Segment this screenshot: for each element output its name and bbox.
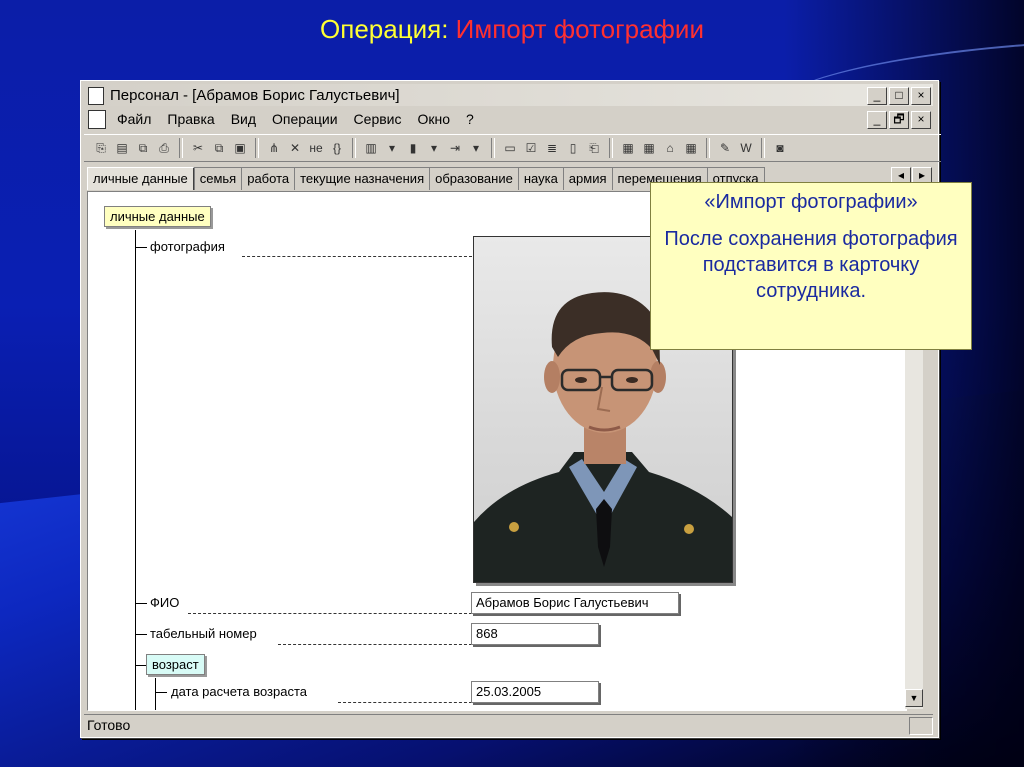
menu-help[interactable]: ? <box>466 111 474 127</box>
tab-assignments[interactable]: текущие назначения <box>294 167 431 190</box>
leader-line <box>338 702 472 703</box>
toolbar: ⎘ ▤ ⧉ ⎙ ✂ ⧉ ▣ ⋔ ✕ не {} ▥ ▾ ▮ ▾ ⇥ ▾ ▭ ☑ … <box>84 134 941 162</box>
tab-education[interactable]: образование <box>429 167 519 190</box>
callout-note: «Импорт фотографии» После сохранения фот… <box>650 182 972 350</box>
label-icon[interactable]: ⎗ <box>585 139 603 157</box>
window-controls: _ □ × <box>867 87 931 105</box>
fio-label: ФИО <box>150 595 180 610</box>
table-icon[interactable]: ▦ <box>619 139 637 157</box>
tab-personal[interactable]: личные данные <box>87 167 195 190</box>
brackets-icon[interactable]: {} <box>328 139 346 157</box>
maximize-button[interactable]: □ <box>889 87 909 105</box>
tree-trunk <box>135 230 136 710</box>
age-node[interactable]: возраст <box>146 654 205 675</box>
title-bar[interactable]: Персонал - [Абрамов Борис Галустьевич] _… <box>84 84 933 106</box>
dropdown-icon[interactable]: ▾ <box>425 139 443 157</box>
calc-icon[interactable]: ▦ <box>640 139 658 157</box>
copy-doc-icon[interactable]: ⧉ <box>134 139 152 157</box>
callout-body: После сохранения фотография подставится … <box>664 228 958 302</box>
folder-open-icon[interactable]: ⌂ <box>661 139 679 157</box>
copy-icon[interactable]: ⧉ <box>210 139 228 157</box>
toolbar-separator <box>609 138 613 158</box>
leader-line <box>188 613 472 614</box>
tab-family[interactable]: семья <box>193 167 243 190</box>
dropdown-icon[interactable]: ▾ <box>467 139 485 157</box>
export-icon[interactable]: ⇥ <box>446 139 464 157</box>
save-icon[interactable]: ▤ <box>113 139 131 157</box>
camera-icon[interactable]: ◙ <box>771 139 789 157</box>
slide-title-accent: Импорт фотографии <box>455 14 704 44</box>
insert-icon[interactable]: ▥ <box>362 139 380 157</box>
cut-icon[interactable]: ✂ <box>189 139 207 157</box>
app-window: Персонал - [Абрамов Борис Галустьевич] _… <box>80 80 941 738</box>
tree-root-node[interactable]: личные данные <box>104 206 211 227</box>
personnel-number-label: табельный номер <box>150 626 257 641</box>
stack-icon[interactable]: ≣ <box>543 139 561 157</box>
book-icon[interactable]: ▮ <box>404 139 422 157</box>
age-date-label: дата расчета возраста <box>171 684 308 699</box>
window-title: Персонал - [Абрамов Борис Галустьевич] <box>110 87 400 104</box>
status-panel <box>909 717 933 735</box>
menu-bar: Файл Правка Вид Операции Сервис Окно ? _… <box>84 108 933 130</box>
tree-branch <box>135 603 147 604</box>
doc-close-button[interactable]: × <box>911 111 931 129</box>
fio-field[interactable]: Абрамов Борис Галустьевич <box>471 592 679 614</box>
form-icon[interactable]: ▯ <box>564 139 582 157</box>
dropdown-icon[interactable]: ▾ <box>383 139 401 157</box>
tree-branch <box>135 634 147 635</box>
toolbar-separator <box>255 138 259 158</box>
tab-science[interactable]: наука <box>517 167 564 190</box>
doc-restore-button[interactable]: 🗗 <box>889 111 909 129</box>
toolbar-separator <box>179 138 183 158</box>
document-icon[interactable] <box>88 110 106 129</box>
document-controls: _ 🗗 × <box>867 111 931 129</box>
paste-icon[interactable]: ▣ <box>231 139 249 157</box>
word-icon[interactable]: W <box>737 139 755 157</box>
tab-army[interactable]: армия <box>562 167 613 190</box>
age-date-field[interactable]: 25.03.2005 <box>471 681 599 703</box>
print-icon[interactable]: ⎙ <box>155 139 173 157</box>
slide-title-prefix: Операция: <box>320 14 449 44</box>
doc-minimize-button[interactable]: _ <box>867 111 887 129</box>
open-icon[interactable]: ⎘ <box>92 139 110 157</box>
menu-file[interactable]: Файл <box>117 111 151 127</box>
grid-icon[interactable]: ▦ <box>682 139 700 157</box>
menu-operations[interactable]: Операции <box>272 111 338 127</box>
age-subtree-line <box>155 678 156 710</box>
doc-icon[interactable]: ▭ <box>501 139 519 157</box>
tree-icon[interactable]: ⋔ <box>265 139 283 157</box>
tree-branch <box>155 692 167 693</box>
menu-window[interactable]: Окно <box>418 111 451 127</box>
menu-service[interactable]: Сервис <box>354 111 402 127</box>
minimize-button[interactable]: _ <box>867 87 887 105</box>
slide-title: Операция: Импорт фотографии <box>0 14 1024 45</box>
scroll-down-icon[interactable]: ▼ <box>905 689 923 707</box>
callout-title: «Импорт фотографии» <box>704 191 918 213</box>
toolbar-separator <box>706 138 710 158</box>
toolbar-separator <box>352 138 356 158</box>
toolbar-separator <box>491 138 495 158</box>
personnel-number-field[interactable]: 868 <box>471 623 599 645</box>
app-icon[interactable] <box>88 87 104 105</box>
close-button[interactable]: × <box>911 87 931 105</box>
leader-line <box>242 256 472 257</box>
menu-view[interactable]: Вид <box>231 111 256 127</box>
tree-branch <box>135 247 147 248</box>
toolbar-separator <box>761 138 765 158</box>
not-icon[interactable]: не <box>307 139 325 157</box>
delete-icon[interactable]: ✕ <box>286 139 304 157</box>
status-bar: Готово <box>84 714 933 735</box>
edit-icon[interactable]: ✎ <box>716 139 734 157</box>
tab-work[interactable]: работа <box>241 167 296 190</box>
menu-edit[interactable]: Правка <box>167 111 214 127</box>
check-doc-icon[interactable]: ☑ <box>522 139 540 157</box>
status-text: Готово <box>87 717 131 733</box>
leader-line <box>278 644 472 645</box>
photo-label: фотография <box>150 239 225 254</box>
